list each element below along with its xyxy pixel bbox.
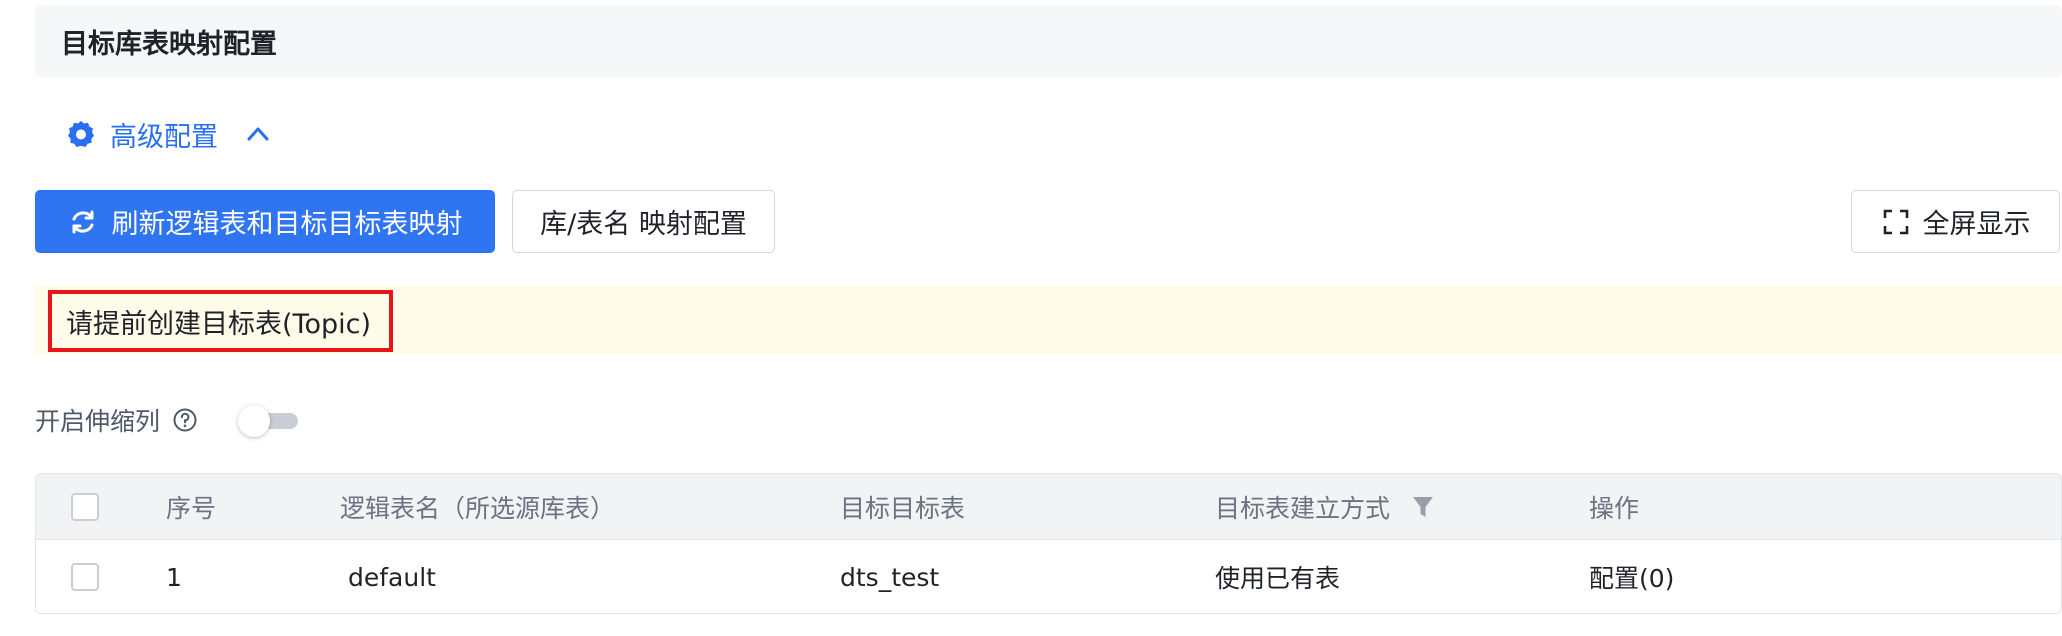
column-header-create-mode: 目标表建立方式 xyxy=(1215,474,1434,539)
resizable-columns-row: 开启伸缩列 xyxy=(35,400,299,440)
advanced-config-toggle[interactable]: 高级配置 xyxy=(66,112,272,156)
fullscreen-label: 全屏显示 xyxy=(1922,209,2031,240)
table-row: 1 default dts_test 使用已有表 配置(0) xyxy=(36,540,2061,613)
filter-icon[interactable] xyxy=(1412,495,1434,519)
column-header-action: 操作 xyxy=(1589,493,1640,523)
resizable-columns-label: 开启伸缩列 xyxy=(35,407,161,436)
create-mode-value: 使用已有表 xyxy=(1215,564,1341,593)
resizable-columns-switch[interactable] xyxy=(238,405,299,437)
select-all-cell xyxy=(71,474,99,539)
row-select-cell xyxy=(71,540,99,613)
configure-action-link[interactable]: 配置(0) xyxy=(1589,540,1674,613)
fullscreen-button[interactable]: 全屏显示 xyxy=(1851,190,2060,253)
column-header-logical-table: 逻辑表名（所选源库表） xyxy=(340,493,616,523)
advanced-config-label: 高级配置 xyxy=(110,121,218,153)
logical-table-link[interactable]: default xyxy=(348,540,436,613)
refresh-mapping-button[interactable]: 刷新逻辑表和目标目标表映射 xyxy=(35,190,495,253)
select-all-checkbox[interactable] xyxy=(71,492,99,521)
chevron-up-icon xyxy=(247,127,269,141)
target-table-value: dts_test xyxy=(840,562,940,592)
refresh-mapping-label: 刷新逻辑表和目标目标表映射 xyxy=(111,209,463,240)
row-checkbox[interactable] xyxy=(71,563,99,591)
switch-knob xyxy=(238,405,271,437)
gear-icon xyxy=(68,121,94,147)
section-title: 目标库表映射配置 xyxy=(35,5,2062,77)
notice-banner: 请提前创建目标表(Topic) xyxy=(35,286,2062,354)
mapping-table: 序号 逻辑表名（所选源库表） 目标目标表 目标表建立方式 操作 1 defaul… xyxy=(35,473,2062,614)
column-header-create-mode-label: 目标表建立方式 xyxy=(1215,493,1391,523)
fullscreen-icon xyxy=(1883,209,1908,234)
section-title-text: 目标库表映射配置 xyxy=(61,28,277,60)
table-header: 序号 逻辑表名（所选源库表） 目标目标表 目标表建立方式 操作 xyxy=(36,474,2061,540)
column-header-target-table: 目标目标表 xyxy=(840,493,966,523)
refresh-icon xyxy=(72,210,93,233)
notice-text: 请提前创建目标表(Topic) xyxy=(66,308,371,340)
notice-highlight: 请提前创建目标表(Topic) xyxy=(48,290,393,352)
name-mapping-config-label: 库/表名 映射配置 xyxy=(540,209,747,240)
name-mapping-config-button[interactable]: 库/表名 映射配置 xyxy=(512,190,775,253)
column-header-index: 序号 xyxy=(166,493,217,523)
help-icon[interactable] xyxy=(172,407,198,433)
row-index: 1 xyxy=(166,562,182,592)
